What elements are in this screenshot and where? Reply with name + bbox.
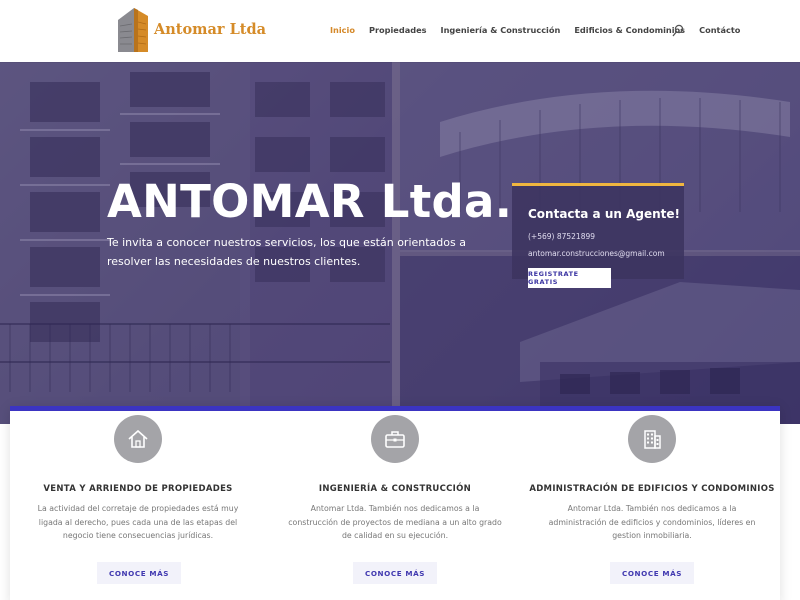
hero-section: ANTOMAR Ltda. Te invita a conocer nuestr… xyxy=(0,62,800,424)
site-header: Antomar Ltda Inicio Propiedades Ingenier… xyxy=(0,0,800,62)
main-nav: Inicio Propiedades Ingeniería & Construc… xyxy=(330,25,754,35)
hero-text: Te invita a conocer nuestros servicios, … xyxy=(107,236,466,268)
agent-email[interactable]: antomar.construcciones@gmail.com xyxy=(528,249,665,258)
service-title: ADMINISTRACIÓN DE EDIFICIOS Y CONDOMINIO… xyxy=(529,484,775,494)
nav-item-inicio[interactable]: Inicio xyxy=(330,25,355,35)
services-section: VENTA Y ARRIENDO DE PROPIEDADES La activ… xyxy=(10,406,780,600)
conoce-mas-button[interactable]: CONOCE MÁS xyxy=(610,562,694,584)
agent-phone: (+569) 87521899 xyxy=(528,232,596,241)
service-description: La actividad del corretaje de propiedade… xyxy=(37,504,239,540)
home-icon xyxy=(114,415,162,463)
briefcase-icon xyxy=(371,415,419,463)
nav-item-edificios[interactable]: Edificios & Condominios xyxy=(574,25,685,35)
logo-building-icon xyxy=(118,8,148,52)
agent-card-title: Contacta a un Agente! xyxy=(528,207,680,221)
logo-text: Antomar Ltda xyxy=(154,20,267,38)
conoce-mas-button[interactable]: CONOCE MÁS xyxy=(353,562,437,584)
service-title: VENTA Y ARRIENDO DE PROPIEDADES xyxy=(43,484,233,494)
nav-item-contacto[interactable]: Contácto xyxy=(699,25,740,35)
search-icon[interactable] xyxy=(672,24,684,38)
service-title: INGENIERÍA & CONSTRUCCIÓN xyxy=(318,484,472,494)
agent-contact-card: Contacta a un Agente! (+569) 87521899 an… xyxy=(512,183,684,279)
nav-item-ingenieria[interactable]: Ingeniería & Construcción xyxy=(441,25,561,35)
nav-item-propiedades[interactable]: Propiedades xyxy=(369,25,427,35)
building-icon xyxy=(628,415,676,463)
conoce-mas-button[interactable]: CONOCE MÁS xyxy=(97,562,181,584)
hero-title: ANTOMAR Ltda. xyxy=(107,175,513,228)
logo[interactable]: Antomar Ltda xyxy=(116,6,266,52)
register-button[interactable]: REGISTRATE GRATIS xyxy=(528,268,611,288)
service-description: Antomar Ltda. También nos dedicamos a la… xyxy=(288,504,502,540)
service-description: Antomar Ltda. También nos dedicamos a la… xyxy=(548,504,756,540)
